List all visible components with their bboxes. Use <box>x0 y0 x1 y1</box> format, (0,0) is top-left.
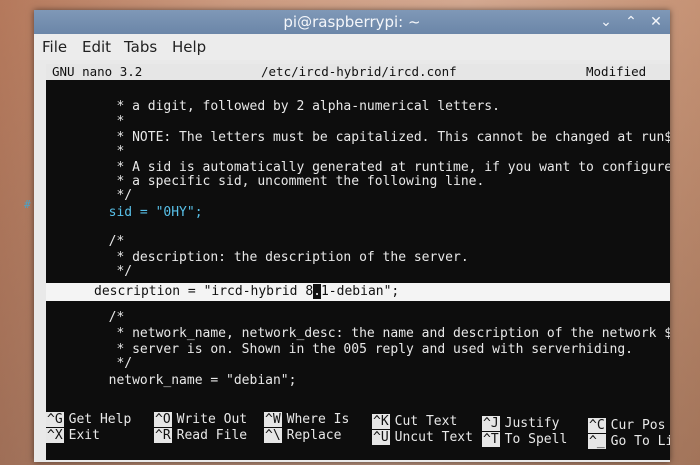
shortcut-key: ^W <box>264 412 282 427</box>
shortcut-key: ^T <box>482 432 500 447</box>
shortcut-label: Uncut Text <box>394 430 473 445</box>
shortcut-key: ^C <box>588 418 606 433</box>
shortcut-go-to-line[interactable]: ^_ Go To Line <box>588 434 670 449</box>
shortcut-label: Go To Line <box>610 434 670 449</box>
shortcut-key: ^R <box>154 428 172 443</box>
menu-bar: File Edit Tabs Help <box>34 34 670 60</box>
editor-line: */ <box>46 356 133 371</box>
menu-help[interactable]: Help <box>172 34 206 60</box>
shortcut-exit[interactable]: ^X Exit <box>46 428 100 443</box>
shortcut-uncut-text[interactable]: ^U Uncut Text <box>372 430 473 445</box>
editor-line: network_name = "debian"; <box>46 373 297 388</box>
shortcut-label: Get Help <box>68 412 132 427</box>
nano-modified-status: Modified <box>586 64 647 79</box>
maximize-icon[interactable]: ⌃ <box>619 10 643 34</box>
shortcut-label: Where Is <box>286 412 350 427</box>
shortcut-justify[interactable]: ^J Justify <box>482 416 559 431</box>
editor-line: * network_name, network_desc: the name a… <box>46 326 670 341</box>
shortcut-get-help[interactable]: ^G Get Help <box>46 412 131 427</box>
shortcut-replace[interactable]: ^\ Replace <box>264 428 341 443</box>
nano-shortcut-bar: ^G Get Help ^O Write Out ^W Where Is ^K Cut … <box>46 406 670 456</box>
shortcut-where-is[interactable]: ^W Where Is <box>264 412 349 427</box>
title-bar[interactable]: pi@raspberrypi: ~ ⌄ ⌃ ✕ <box>34 10 670 34</box>
text-cursor: . <box>313 284 321 299</box>
editor-line: * <box>46 144 125 159</box>
shortcut-label: Cut Text <box>394 414 458 429</box>
shortcut-cut-text[interactable]: ^K Cut Text <box>372 414 457 429</box>
menu-tabs[interactable]: Tabs <box>124 34 157 60</box>
shortcut-label: Replace <box>286 428 342 443</box>
shortcut-key: ^K <box>372 414 390 429</box>
nano-filename: /etc/ircd-hybrid/ircd.conf <box>261 64 457 79</box>
menu-edit[interactable]: Edit <box>82 34 111 60</box>
shortcut-key: ^J <box>482 416 500 431</box>
menu-file[interactable]: File <box>42 34 67 60</box>
terminal-area[interactable]: GNU nano 3.2 /etc/ircd-hybrid/ircd.conf … <box>46 64 670 460</box>
editor-line: * NOTE: The letters must be capitalized.… <box>46 130 670 145</box>
shortcut-cur-pos[interactable]: ^C Cur Pos <box>588 418 665 433</box>
shortcut-label: Cur Pos <box>610 418 666 433</box>
terminal-window: pi@raspberrypi: ~ ⌄ ⌃ ✕ File Edit Tabs H… <box>34 10 670 462</box>
highlight-text-after: 1-debian"; <box>320 284 400 299</box>
shortcut-label: Read File <box>176 428 248 443</box>
shortcut-key: ^O <box>154 412 172 427</box>
shortcut-key: ^U <box>372 430 390 445</box>
editor-line: */ <box>46 264 133 279</box>
highlight-text-before: description = "ircd-hybrid 8 <box>94 284 314 299</box>
shortcut-read-file[interactable]: ^R Read File <box>154 428 247 443</box>
margin-marker: # <box>24 198 31 211</box>
shortcut-label: To Spell <box>504 432 568 447</box>
shortcut-write-out[interactable]: ^O Write Out <box>154 412 247 427</box>
shortcut-key: ^\ <box>264 428 282 443</box>
shortcut-to-spell[interactable]: ^T To Spell <box>482 432 567 447</box>
shortcut-key: ^X <box>46 428 64 443</box>
shortcut-key: ^_ <box>588 434 606 449</box>
editor-line: * a digit, followed by 2 alpha-numerical… <box>46 99 500 114</box>
close-icon[interactable]: ✕ <box>644 10 668 34</box>
editor-line: /* <box>46 310 125 325</box>
window-title: pi@raspberrypi: ~ <box>283 13 421 31</box>
shortcut-label: Justify <box>504 416 560 431</box>
shortcut-label: Write Out <box>176 412 248 427</box>
editor-line: /* <box>46 234 125 249</box>
editor-line: * server is on. Shown in the 005 reply a… <box>46 342 633 357</box>
editor-line: */ <box>46 188 133 203</box>
nano-title-bar: GNU nano 3.2 /etc/ircd-hybrid/ircd.conf … <box>46 64 670 80</box>
shortcut-key: ^G <box>46 412 64 427</box>
minimize-icon[interactable]: ⌄ <box>594 10 618 34</box>
shortcut-label: Exit <box>68 428 100 443</box>
nano-version: GNU nano 3.2 <box>52 64 143 79</box>
editor-line-sid: sid = "0HY"; <box>46 205 203 220</box>
highlighted-line[interactable]: description = "ircd-hybrid 8.1-debian"; <box>46 283 670 301</box>
editor-line: * <box>46 114 125 129</box>
